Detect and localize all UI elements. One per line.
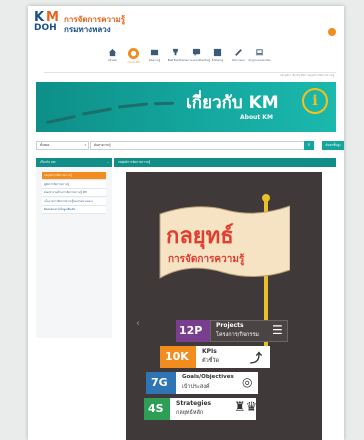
flag-subtitle: การจัดการความรู้ bbox=[168, 254, 245, 265]
link-icon bbox=[234, 48, 243, 57]
info-icon bbox=[128, 48, 139, 59]
nav-label: ลิงก์ภายนอก bbox=[232, 59, 245, 62]
sidebar-item-contact[interactable]: ติดต่อสอบถามข้อมูลเพิ่มเติม bbox=[42, 206, 106, 214]
km-doh-logo[interactable]: K M DOH bbox=[34, 10, 60, 36]
sidebar-item-team[interactable]: คณะทำงานด้านการจัดการความรู้ KM bbox=[42, 189, 106, 197]
nav-label: คลังความรู้ bbox=[148, 59, 161, 62]
logo-doh: DOH bbox=[34, 23, 57, 33]
strategy-poster: กลยุทธ์ การจัดการความรู้ ‹ 12P Projects … bbox=[126, 172, 322, 440]
advanced-search-button[interactable]: ค้นหาขั้นสูง bbox=[322, 141, 344, 150]
sidebar-item-policy[interactable]: นโยบายการจัดการความรู้ของกรมทางหลวง bbox=[42, 197, 106, 206]
chevron-down-icon: ⌄ bbox=[106, 160, 109, 164]
home-icon bbox=[108, 48, 117, 57]
strategy-row: 10K KPIs ตัวชี้วัด ⤴ bbox=[160, 346, 270, 368]
browser-frame: K M DOH การจัดการความรู้ กรมทางหลวง หน้า… bbox=[28, 6, 344, 440]
content-header: กลยุทธ์การจัดการความรู้ bbox=[114, 158, 336, 167]
search-input[interactable]: ค้นหาความรู้ bbox=[90, 141, 307, 150]
share-icon bbox=[213, 48, 222, 57]
row-title-th: เป้าประสงค์ bbox=[182, 384, 210, 390]
nav-item-about[interactable]: เกี่ยวกับ KM bbox=[123, 48, 144, 72]
banner-title: เกี่ยวกับ KM bbox=[186, 93, 279, 113]
carousel-dots bbox=[176, 428, 272, 431]
sidebar: เกี่ยวกับ KM ⌄ กลยุทธ์การจัดการความรู้ ค… bbox=[36, 158, 112, 338]
sidebar-item-manual[interactable]: คู่มือการจัดการความรู้ bbox=[42, 180, 106, 189]
row-title-en: KPIs bbox=[202, 348, 217, 355]
chevron-down-icon: ▾ bbox=[84, 143, 86, 147]
row-title-th: กลยุทธ์หลัก bbox=[176, 410, 204, 416]
trophy-icon bbox=[171, 48, 180, 57]
strategy-row: 4S Strategies กลยุทธ์หลัก ♜♛ bbox=[144, 398, 258, 420]
strategy-row: 12P Projects โครงการ/กิจกรรม ☰ bbox=[176, 320, 288, 342]
road-stripe bbox=[153, 101, 175, 106]
content-panel: กลยุทธ์การจัดการความรู้ กลยุทธ์ การจัดกา… bbox=[114, 158, 336, 440]
sidebar-list: กลยุทธ์การจัดการความรู้ คู่มือการจัดการค… bbox=[42, 172, 106, 215]
brand-subtitle: กรมทางหลวง bbox=[64, 25, 111, 34]
nav-label: บทความแลกเปลี่ยนเรียนรู้ bbox=[183, 59, 210, 62]
road-stripe bbox=[46, 114, 76, 125]
row-code: 7G bbox=[151, 376, 168, 389]
page: K M DOH การจัดการความรู้ กรมทางหลวง หน้า… bbox=[0, 0, 364, 440]
chess-icon: ♜♛ bbox=[234, 400, 258, 415]
carousel-prev-icon[interactable]: ‹ bbox=[136, 318, 140, 329]
nav-label: E-Sharing bbox=[211, 59, 224, 62]
flag-title: กลยุทธ์ bbox=[166, 224, 234, 249]
search-scope-select[interactable]: ทั้งหมด ▾ bbox=[36, 141, 89, 150]
row-title-en: Goals/Objectives bbox=[182, 374, 234, 380]
nav-item-library[interactable]: คลังความรู้ bbox=[144, 48, 165, 72]
row-code: 12P bbox=[179, 324, 203, 337]
main-nav: หน้าหลัก เกี่ยวกับ KM คลังความรู้ Best P… bbox=[28, 48, 344, 72]
nav-label: หน้าหลัก bbox=[107, 59, 118, 62]
sidebar-header[interactable]: เกี่ยวกับ KM ⌄ bbox=[36, 158, 112, 167]
search-button[interactable]: ⌕ bbox=[304, 141, 314, 150]
sidebar-title: เกี่ยวกับ KM bbox=[40, 160, 56, 164]
nav-divider bbox=[44, 72, 336, 73]
nav-item-login[interactable]: เข้าสู่ระบบ/ลงทะเบียน bbox=[248, 48, 271, 72]
sidebar-item-strategy[interactable]: กลยุทธ์การจัดการความรู้ bbox=[42, 172, 106, 180]
nav-item-articles[interactable]: บทความแลกเปลี่ยนเรียนรู้ bbox=[183, 48, 210, 72]
road-stripe bbox=[81, 107, 113, 116]
nav-label: เข้าสู่ระบบ/ลงทะเบียน bbox=[248, 59, 271, 62]
banner-subtitle: About KM bbox=[240, 114, 273, 121]
road-stripe bbox=[117, 102, 149, 109]
checklist-icon: ☰ bbox=[272, 323, 283, 337]
chart-icon: ⤴ bbox=[250, 351, 263, 365]
nav-label: Best Practice bbox=[167, 59, 184, 62]
row-title-th: ตัวชี้วัด bbox=[202, 358, 220, 364]
laptop-icon bbox=[255, 48, 264, 57]
row-code: 10K bbox=[165, 350, 189, 363]
row-code: 4S bbox=[148, 402, 164, 415]
row-title-en: Projects bbox=[216, 322, 244, 329]
chat-icon bbox=[192, 48, 201, 57]
nav-item-e-sharing[interactable]: E-Sharing bbox=[207, 48, 228, 72]
search-bar: ทั้งหมด ▾ ค้นหาความรู้ ⌕ ค้นหาขั้นสูง bbox=[36, 141, 344, 150]
about-km-banner: เกี่ยวกับ KM About KM i bbox=[36, 82, 336, 132]
row-title-en: Strategies bbox=[176, 400, 212, 407]
user-menu-icon[interactable] bbox=[328, 28, 336, 36]
nav-item-links[interactable]: ลิงก์ภายนอก bbox=[228, 48, 249, 72]
breadcrumb: หน้าหลัก / เกี่ยวกับ KM / กลยุทธ์การจัดก… bbox=[279, 74, 334, 77]
info-icon: i bbox=[302, 88, 328, 114]
search-scope-value: ทั้งหมด bbox=[40, 143, 50, 147]
target-icon: ◎ bbox=[242, 375, 253, 389]
row-title-th: โครงการ/กิจกรรม bbox=[216, 332, 259, 338]
search-icon: ⌕ bbox=[307, 142, 311, 148]
nav-label: เกี่ยวกับ KM bbox=[127, 61, 140, 64]
nav-item-home[interactable]: หน้าหลัก bbox=[102, 48, 123, 72]
book-icon bbox=[150, 48, 159, 57]
site-header: K M DOH การจัดการความรู้ กรมทางหลวง bbox=[28, 6, 344, 40]
strategy-row: 7G Goals/Objectives เป้าประสงค์ ◎ bbox=[146, 372, 258, 394]
